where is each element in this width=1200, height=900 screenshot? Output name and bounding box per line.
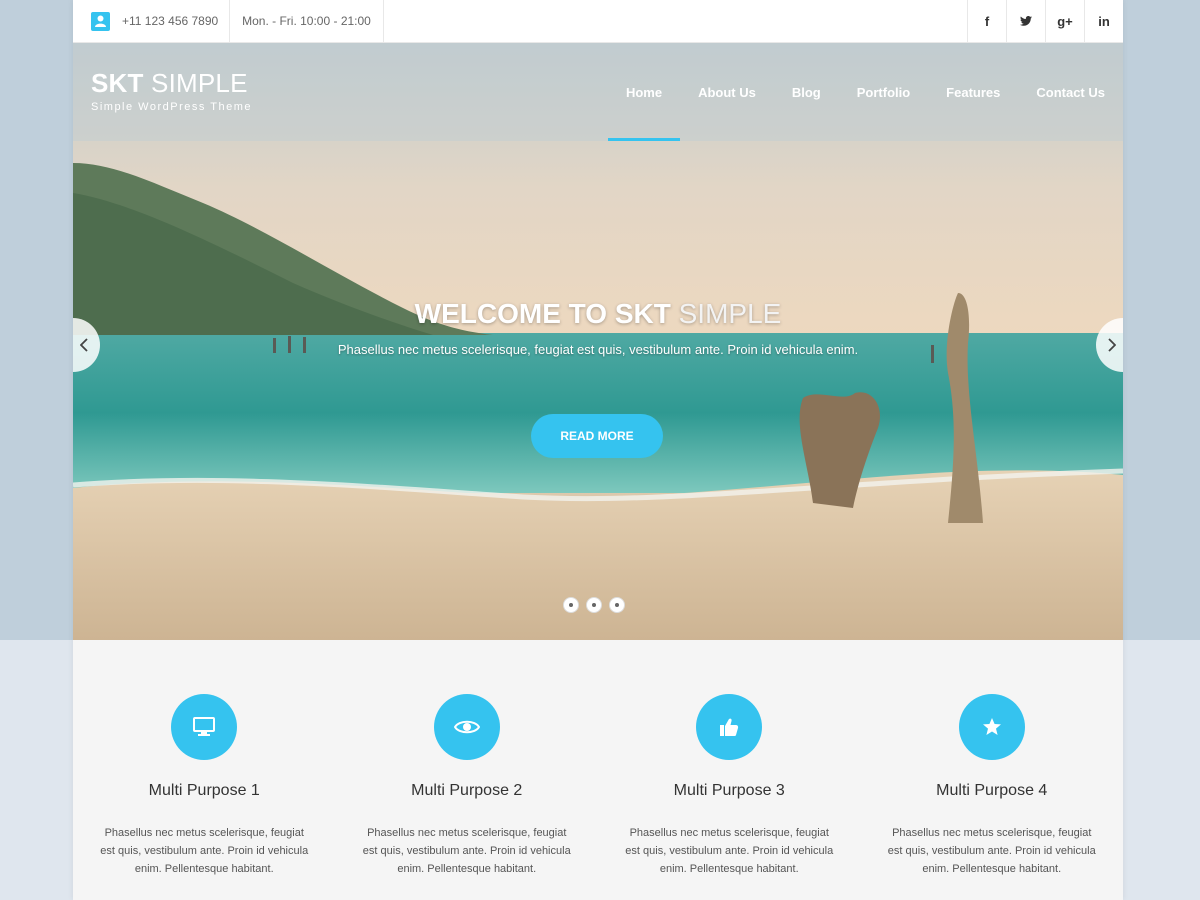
slide-caption: WELCOME TO SKT SIMPLE Phasellus nec metu… bbox=[73, 298, 1123, 357]
slider-dot-1[interactable] bbox=[563, 597, 579, 613]
chevron-left-icon bbox=[80, 338, 88, 352]
slide-title-thin: SIMPLE bbox=[678, 298, 782, 329]
feature-title: Multi Purpose 4 bbox=[936, 782, 1048, 799]
twitter-icon[interactable] bbox=[1006, 0, 1045, 42]
opening-hours: Mon. - Fri. 10:00 - 21:00 bbox=[230, 0, 384, 42]
feature-icon-circle bbox=[696, 694, 763, 760]
linkedin-icon[interactable]: in bbox=[1084, 0, 1123, 42]
user-icon bbox=[91, 11, 110, 31]
feature-title: Multi Purpose 1 bbox=[148, 782, 260, 799]
site-wrapper: +11 123 456 7890 Mon. - Fri. 10:00 - 21:… bbox=[73, 0, 1123, 900]
features-section: Multi Purpose 1 Phasellus nec metus scel… bbox=[73, 640, 1123, 900]
thumbs-up-icon bbox=[720, 718, 739, 736]
nav-item-contact-us[interactable]: Contact Us bbox=[1018, 43, 1123, 141]
slider-dot-2[interactable] bbox=[586, 597, 602, 613]
logo-thin-text: SIMPLE bbox=[151, 68, 248, 98]
star-icon bbox=[982, 718, 1001, 735]
slide-title: WELCOME TO SKT SIMPLE bbox=[73, 298, 1123, 330]
top-bar: +11 123 456 7890 Mon. - Fri. 10:00 - 21:… bbox=[73, 0, 1123, 43]
slide-title-bold: WELCOME TO SKT bbox=[414, 298, 671, 329]
phone-number: +11 123 456 7890 bbox=[122, 14, 219, 28]
feature-icon-circle bbox=[171, 694, 238, 760]
chevron-right-icon bbox=[1108, 338, 1116, 352]
nav-item-home[interactable]: Home bbox=[607, 43, 681, 141]
social-links: f g+ in bbox=[967, 0, 1123, 42]
feature-item: Multi Purpose 1 Phasellus nec metus scel… bbox=[73, 640, 336, 900]
hero-slider: SKT SIMPLE Simple WordPress Theme Home A… bbox=[73, 43, 1123, 640]
main-navigation: Home About Us Blog Portfolio Features Co… bbox=[607, 43, 1123, 141]
phone-info: +11 123 456 7890 bbox=[73, 0, 230, 42]
slider-dot-3[interactable] bbox=[609, 597, 625, 613]
site-logo[interactable]: SKT SIMPLE Simple WordPress Theme bbox=[91, 69, 252, 113]
logo-title: SKT SIMPLE bbox=[91, 69, 252, 97]
nav-item-features[interactable]: Features bbox=[928, 43, 1018, 141]
feature-icon-circle bbox=[958, 694, 1025, 760]
google-plus-icon[interactable]: g+ bbox=[1045, 0, 1084, 42]
feature-item: Multi Purpose 4 Phasellus nec metus scel… bbox=[861, 640, 1124, 900]
feature-text: Phasellus nec metus scelerisque, feugiat… bbox=[887, 827, 1096, 875]
read-more-button[interactable]: READ MORE bbox=[531, 414, 663, 458]
feature-icon-circle bbox=[433, 694, 500, 760]
monitor-icon bbox=[193, 717, 216, 736]
slider-pagination bbox=[563, 597, 625, 613]
feature-title: Multi Purpose 3 bbox=[673, 782, 785, 799]
slide-description: Phasellus nec metus scelerisque, feugiat… bbox=[337, 342, 859, 357]
feature-text: Phasellus nec metus scelerisque, feugiat… bbox=[625, 827, 834, 875]
feature-title: Multi Purpose 2 bbox=[411, 782, 523, 799]
logo-tagline: Simple WordPress Theme bbox=[91, 101, 252, 113]
feature-text: Phasellus nec metus scelerisque, feugiat… bbox=[100, 827, 309, 875]
facebook-icon[interactable]: f bbox=[967, 0, 1006, 42]
eye-icon bbox=[453, 720, 480, 734]
nav-item-blog[interactable]: Blog bbox=[774, 43, 839, 141]
nav-item-about-us[interactable]: About Us bbox=[680, 43, 774, 141]
nav-item-portfolio[interactable]: Portfolio bbox=[839, 43, 928, 141]
logo-bold-text: SKT bbox=[91, 68, 144, 98]
feature-text: Phasellus nec metus scelerisque, feugiat… bbox=[362, 827, 571, 875]
feature-item: Multi Purpose 3 Phasellus nec metus scel… bbox=[598, 640, 861, 900]
feature-item: Multi Purpose 2 Phasellus nec metus scel… bbox=[336, 640, 599, 900]
site-header: SKT SIMPLE Simple WordPress Theme Home A… bbox=[73, 43, 1123, 141]
